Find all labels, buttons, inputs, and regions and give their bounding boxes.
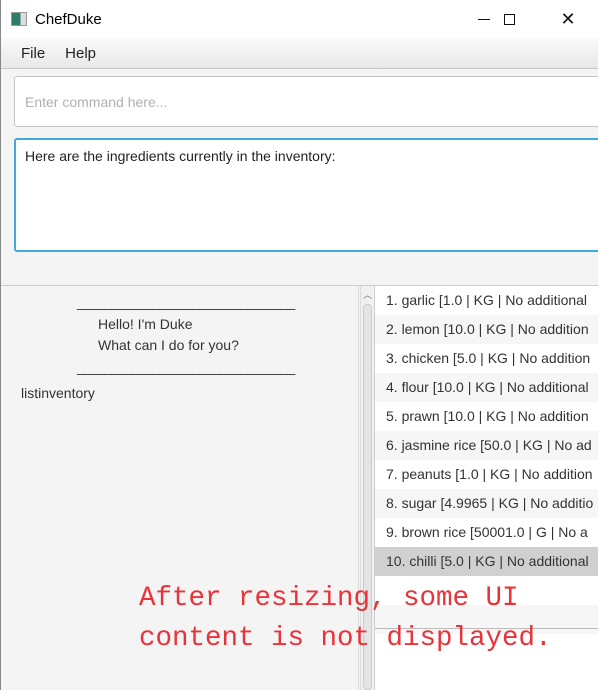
close-button[interactable]: ✕ — [545, 0, 591, 38]
menu-bar: File Help — [1, 38, 598, 69]
greeting-line: What can I do for you? — [98, 337, 239, 353]
response-area[interactable]: Here are the ingredients currently in th… — [14, 138, 598, 252]
inventory-item[interactable]: 5. prawn [10.0 | KG | No addition — [375, 402, 598, 431]
inventory-item[interactable]: 4. flour [10.0 | KG | No additional — [375, 373, 598, 402]
dialog-divider: ________________________________ — [77, 294, 295, 310]
inventory-item[interactable]: 7. peanuts [1.0 | KG | No addition — [375, 460, 598, 489]
command-input[interactable] — [14, 76, 598, 127]
inventory-item[interactable]: 2. lemon [10.0 | KG | No addition — [375, 315, 598, 344]
app-icon — [11, 12, 27, 26]
inventory-item[interactable]: 1. garlic [1.0 | KG | No additional — [375, 286, 598, 315]
inventory-item[interactable]: 6. jasmine rice [50.0 | KG | No ad — [375, 431, 598, 460]
window-title: ChefDuke — [35, 10, 102, 28]
menu-help[interactable]: Help — [65, 45, 96, 62]
annotation-text: content is not displayed. — [139, 623, 552, 654]
user-command: listinventory — [21, 385, 95, 401]
maximize-icon — [503, 13, 515, 25]
dialog-divider: ________________________________ — [77, 359, 295, 375]
close-icon: ✕ — [560, 8, 576, 29]
annotation-text: After resizing, some UI — [139, 583, 519, 614]
inventory-item[interactable]: 9. brown rice [50001.0 | G | No a — [375, 518, 598, 547]
menu-file[interactable]: File — [21, 45, 45, 62]
title-bar: ChefDuke ✕ — [1, 0, 598, 38]
inventory-item[interactable]: 10. chilli [5.0 | KG | No additional — [375, 547, 598, 576]
inventory-item[interactable]: 8. sugar [4.9965 | KG | No additio — [375, 489, 598, 518]
inventory-item[interactable]: 3. chicken [5.0 | KG | No addition — [375, 344, 598, 373]
maximize-button[interactable] — [486, 0, 532, 38]
scroll-up-icon[interactable]: ︿ — [363, 288, 372, 301]
greeting-line: Hello! I'm Duke — [98, 316, 193, 332]
